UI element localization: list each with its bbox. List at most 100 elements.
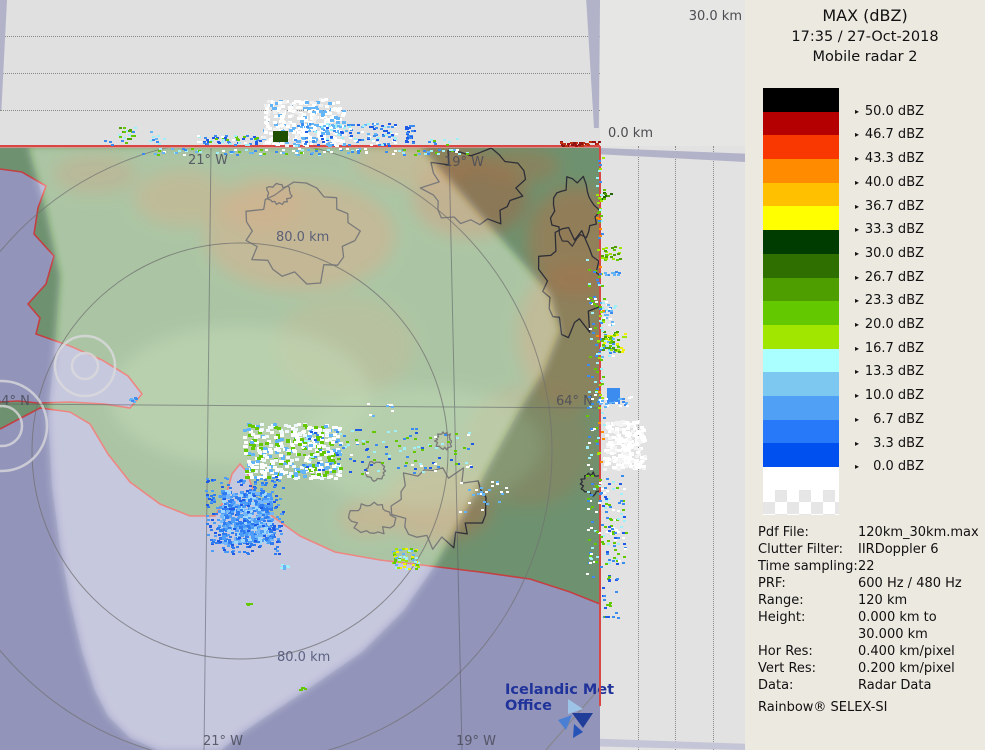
scale-band — [763, 135, 839, 160]
scan-datetime: 17:35 / 27-Oct-2018 — [791, 29, 939, 45]
info-value: 600 Hz / 480 Hz — [858, 576, 962, 591]
tick-arrow-icon: ▸ — [855, 272, 860, 282]
beam-edge-shade — [600, 738, 745, 750]
tick-arrow-icon: ▸ — [855, 225, 860, 235]
info-row: Vert Res: 0.200 km/pixel — [758, 660, 983, 677]
info-row: Hor Res: 0.400 km/pixel — [758, 643, 983, 660]
scale-band — [763, 182, 839, 207]
lat-label-east: 64° N — [556, 394, 593, 409]
scale-tick-value: 36.7 dBZ — [864, 198, 925, 214]
scale-band — [763, 443, 839, 467]
scale-tick-value: 16.7 dBZ — [864, 340, 925, 356]
scale-tick-label: ▸ 33.3 dBZ — [855, 222, 975, 237]
scale-tick-value: 10.0 dBZ — [864, 388, 925, 404]
height-axis-min-label: 0.0 km — [608, 126, 653, 141]
scale-band — [763, 395, 839, 420]
lon-label-west-top: 21° W — [188, 153, 229, 168]
legend-panel: MAX (dBZ) 17:35 / 27-Oct-2018 Mobile rad… — [745, 0, 985, 750]
tick-arrow-icon: ▸ — [855, 296, 860, 306]
tick-arrow-icon: ▸ — [855, 130, 860, 140]
axis-corner-area: 30.0 km 0.0 km — [600, 0, 745, 146]
tick-arrow-icon: ▸ — [855, 154, 860, 164]
info-value: 22 — [858, 559, 875, 574]
scale-tick-value: 3.3 dBZ — [873, 435, 925, 451]
lon-label-east-top: 19° W — [444, 155, 485, 170]
top-cross-section-panel — [0, 0, 600, 146]
scale-band — [763, 372, 839, 396]
info-value: 120km_30km.max — [858, 525, 979, 540]
scale-tick-label: ▸ 46.7 dBZ — [855, 127, 975, 142]
scale-band — [763, 419, 839, 444]
scale-tick-label: ▸ 16.7 dBZ — [855, 341, 975, 356]
info-label: Range: — [758, 593, 804, 608]
height-gridline — [0, 36, 600, 37]
scale-band — [763, 230, 839, 254]
info-label: Time sampling: — [758, 559, 858, 574]
scale-band — [763, 111, 839, 136]
info-row: 30.000 km — [758, 626, 983, 643]
height-gridline — [0, 110, 600, 111]
scale-band — [763, 88, 839, 112]
info-row: Height: 0.000 km to — [758, 609, 983, 626]
right-cross-section-panel — [600, 146, 745, 750]
info-label: Clutter Filter: — [758, 542, 843, 557]
scale-tick-value: 30.0 dBZ — [864, 245, 925, 261]
radar-name: Mobile radar 2 — [812, 49, 918, 65]
scale-tick-label: ▸ 23.3 dBZ — [855, 293, 975, 308]
height-gridline — [0, 73, 600, 74]
scale-tick-value: 6.7 dBZ — [873, 411, 925, 427]
info-row: PRF: 600 Hz / 480 Hz — [758, 575, 983, 592]
height-gridline — [638, 146, 639, 750]
info-row: Time sampling: 22 — [758, 558, 983, 575]
info-value: Radar Data — [858, 678, 932, 693]
beam-edge-shade — [0, 0, 7, 110]
info-label: Hor Res: — [758, 644, 813, 659]
height-axis-max-label: 30.0 km — [688, 9, 742, 24]
scale-tick-label: ▸ 36.7 dBZ — [855, 199, 975, 214]
info-label: Height: — [758, 610, 806, 625]
scale-tick-label: ▸ 0.0 dBZ — [855, 459, 975, 474]
scale-band — [763, 253, 839, 278]
info-row: Clutter Filter: IIRDoppler 6 — [758, 541, 983, 558]
scale-tick-value: 13.3 dBZ — [864, 364, 925, 380]
radar-area-boundary-right — [599, 146, 601, 706]
scale-band — [763, 301, 839, 325]
scale-transparency-checker — [763, 490, 839, 515]
scale-tick-label: ▸ 20.0 dBZ — [855, 317, 975, 332]
scale-band — [763, 277, 839, 302]
product-info-block: Pdf File: 120km_30km.max Clutter Filter: II… — [758, 524, 983, 715]
info-row: Data: Radar Data — [758, 677, 983, 694]
scale-tick-value: 0.0 dBZ — [873, 459, 925, 475]
scale-below-min-band — [763, 467, 839, 490]
scale-tick-label: ▸ 26.7 dBZ — [855, 270, 975, 285]
scale-tick-label: ▸ 10.0 dBZ — [855, 388, 975, 403]
tick-arrow-icon: ▸ — [855, 106, 860, 116]
dbz-color-scale: ▸ 50.0 dBZ ▸ 46.7 dBZ ▸ 43.3 dBZ ▸ 40.0 dBZ ▸ 36.… — [763, 88, 963, 474]
range-ring-label-bottom: 80.0 km — [277, 650, 331, 665]
info-value: 0.000 km to — [858, 610, 937, 625]
tick-arrow-icon: ▸ — [855, 462, 860, 472]
info-row: Pdf File: 120km_30km.max — [758, 524, 983, 541]
scale-tick-value: 50.0 dBZ — [864, 103, 925, 119]
lon-label-west-bottom: 21° W — [203, 734, 244, 749]
lon-label-east-bottom: 19° W — [456, 734, 497, 749]
tick-arrow-icon: ▸ — [855, 248, 860, 258]
info-value: 0.200 km/pixel — [858, 661, 955, 676]
scale-tick-label: ▸ 43.3 dBZ — [855, 151, 975, 166]
scale-tick-value: 23.3 dBZ — [864, 293, 925, 309]
tick-arrow-icon: ▸ — [855, 367, 860, 377]
height-gridline — [713, 146, 714, 750]
scale-band — [763, 159, 839, 183]
scale-tick-value: 26.7 dBZ — [864, 269, 925, 285]
radar-area-boundary-top — [0, 145, 600, 147]
tick-arrow-icon: ▸ — [855, 320, 860, 329]
tick-arrow-icon: ▸ — [855, 414, 860, 424]
info-label: Pdf File: — [758, 525, 809, 540]
scale-tick-label: ▸ 40.0 dBZ — [855, 175, 975, 190]
info-label: PRF: — [758, 576, 786, 591]
map-viewport[interactable]: 21° W 19° W 21° W 19° W 64° N 64° N 80.0… — [0, 146, 600, 750]
tick-arrow-icon: ▸ — [855, 343, 860, 353]
tick-arrow-icon: ▸ — [855, 201, 860, 211]
product-title: MAX (dBZ) — [822, 6, 908, 25]
info-label — [758, 626, 858, 643]
